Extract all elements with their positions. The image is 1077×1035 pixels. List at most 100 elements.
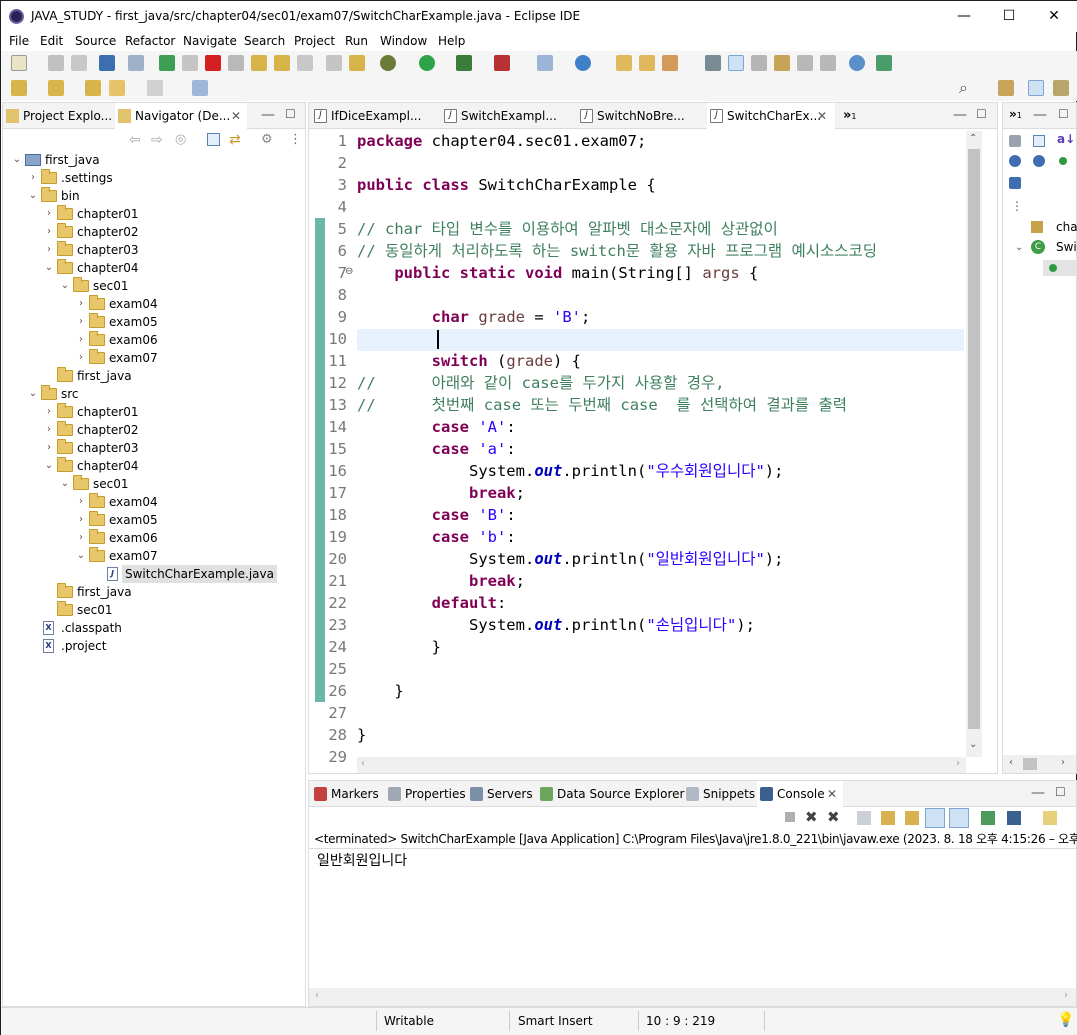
collapsed-chevron-icon[interactable]: › — [75, 529, 87, 547]
step-over-icon[interactable] — [274, 55, 290, 71]
outline-method-selected[interactable] — [1043, 260, 1077, 276]
menu-help[interactable]: Help — [438, 34, 465, 48]
terminate-icon[interactable] — [205, 55, 221, 71]
tab-navigator[interactable]: Navigator (De... ✕ — [115, 103, 247, 129]
new-server-icon[interactable] — [537, 55, 553, 71]
maximize-button[interactable]: ☐ — [986, 1, 1032, 32]
status-insert-mode[interactable]: Smart Insert — [518, 1007, 593, 1035]
tab-switchexample[interactable]: J SwitchExampl... — [441, 103, 559, 129]
editor-horizontal-scrollbar[interactable]: ‹ › — [357, 757, 966, 773]
collapsed-chevron-icon[interactable]: › — [43, 205, 55, 223]
back-icon[interactable] — [109, 80, 125, 96]
resume-icon[interactable] — [159, 55, 175, 71]
tab-overflow-button[interactable]: »1 — [843, 108, 857, 123]
tree-item[interactable]: › exam07 — [3, 349, 303, 367]
tree-item[interactable]: first_java — [3, 367, 303, 385]
tab-properties[interactable]: Properties — [385, 781, 466, 807]
tab-switchnobreak[interactable]: J SwitchNoBre... — [577, 103, 695, 129]
collapsed-chevron-icon[interactable]: › — [75, 349, 87, 367]
open-console-icon[interactable] — [1043, 811, 1057, 825]
disconnect-icon[interactable] — [228, 55, 244, 71]
maximize-view-icon[interactable]: ☐ — [1058, 107, 1069, 121]
expanded-chevron-icon[interactable]: ⌄ — [59, 475, 71, 493]
annotation-icon[interactable] — [705, 55, 721, 71]
scroll-lock-icon[interactable] — [881, 811, 895, 825]
pin-editor-icon[interactable] — [192, 80, 208, 96]
display-console-icon[interactable] — [1007, 811, 1021, 825]
expanded-chevron-icon[interactable]: ⌄ — [27, 187, 39, 205]
tree-item[interactable]: ⌄ first_java — [3, 151, 303, 169]
console-output[interactable]: 일반회원입니다 — [317, 850, 407, 870]
tab-servers[interactable]: Servers — [467, 781, 535, 807]
menu-window[interactable]: Window — [380, 34, 427, 48]
pilcrow-icon[interactable] — [820, 55, 836, 71]
up-icon[interactable]: ◎ — [175, 132, 186, 147]
back-icon[interactable]: ⇦ — [129, 132, 141, 148]
suspend-icon[interactable] — [182, 55, 198, 71]
collapsed-chevron-icon[interactable]: › — [27, 169, 39, 187]
tab-markers[interactable]: Markers — [311, 781, 381, 807]
new-icon[interactable] — [11, 55, 27, 71]
drop-to-frame-icon[interactable] — [349, 55, 365, 71]
minimize-view-icon[interactable]: — — [261, 107, 275, 123]
collapse-all-icon[interactable] — [207, 133, 220, 146]
tab-ifdiceexample[interactable]: J IfDiceExampl... — [311, 103, 431, 129]
previous-annotation-icon[interactable] — [48, 80, 64, 96]
collapsed-chevron-icon[interactable]: › — [43, 421, 55, 439]
show-on-stderr-icon[interactable] — [949, 808, 969, 828]
tree-item[interactable]: › exam04 — [3, 295, 303, 313]
collapse-all-icon[interactable] — [1033, 135, 1045, 147]
tree-item[interactable]: ⌄ sec01 — [3, 475, 303, 493]
outline-package[interactable]: cha — [1056, 220, 1077, 234]
forward-icon[interactable]: ⇨ — [151, 132, 163, 148]
minimize-button[interactable]: — — [941, 1, 987, 32]
hide-static-icon[interactable] — [1009, 155, 1021, 167]
expanded-chevron-icon[interactable]: ⌄ — [11, 151, 23, 169]
close-tab-icon[interactable]: ✕ — [231, 103, 241, 129]
scroll-thumb[interactable] — [968, 149, 980, 729]
tree-item[interactable]: › exam06 — [3, 529, 303, 547]
scroll-right-icon[interactable]: › — [1061, 757, 1065, 768]
tree-item[interactable]: ⌄ chapter04 — [3, 259, 303, 277]
debug-perspective-icon[interactable] — [1053, 80, 1069, 96]
view-menu-icon[interactable]: ⋮ — [1011, 199, 1023, 213]
menu-edit[interactable]: Edit — [40, 34, 63, 48]
expanded-chevron-icon[interactable]: ⌄ — [75, 547, 87, 565]
save-all-icon[interactable] — [71, 55, 87, 71]
tree-item[interactable]: ⌄ chapter04 — [3, 457, 303, 475]
save-icon[interactable] — [48, 55, 64, 71]
tree-item[interactable]: ⌄ exam07 — [3, 547, 303, 565]
scroll-left-icon[interactable]: ‹ — [361, 758, 365, 769]
maximize-view-icon[interactable]: ☐ — [285, 107, 296, 121]
tree-item[interactable]: › chapter03 — [3, 439, 303, 457]
open-type-icon[interactable] — [616, 55, 632, 71]
menu-file[interactable]: File — [9, 34, 29, 48]
minimize-view-icon[interactable]: — — [1033, 107, 1047, 123]
hide-fields-icon[interactable] — [1009, 135, 1021, 147]
remove-all-terminated-icon[interactable]: ✖ — [827, 808, 840, 826]
tree-item[interactable]: › .settings — [3, 169, 303, 187]
perspective-run-icon[interactable] — [876, 55, 892, 71]
menu-project[interactable]: Project — [294, 34, 335, 48]
tree-item[interactable]: X .project — [3, 637, 303, 655]
collapsed-chevron-icon[interactable]: › — [43, 403, 55, 421]
open-task-icon[interactable] — [639, 55, 655, 71]
breadcrumb-toggle-icon[interactable] — [751, 55, 767, 71]
collapsed-chevron-icon[interactable]: › — [43, 223, 55, 241]
tree-item[interactable]: J SwitchCharExample.java — [3, 565, 303, 583]
coverage-icon[interactable] — [456, 55, 472, 71]
collapsed-chevron-icon[interactable]: › — [75, 313, 87, 331]
scroll-left-icon[interactable]: ‹ — [315, 990, 319, 1001]
minimize-view-icon[interactable]: — — [1031, 785, 1045, 801]
expand-icon[interactable]: ⌄ — [1015, 242, 1023, 253]
external-tools-icon[interactable] — [494, 55, 510, 71]
fold-collapse-icon[interactable]: ⊖ — [345, 266, 353, 277]
close-window-button[interactable]: ✕ — [1031, 1, 1077, 32]
collapsed-chevron-icon[interactable]: › — [43, 439, 55, 457]
tree-item[interactable]: › chapter01 — [3, 403, 303, 421]
link-icon[interactable] — [1009, 177, 1021, 189]
menu-run[interactable]: Run — [345, 34, 368, 48]
remove-launch-icon[interactable]: ✖ — [805, 808, 818, 826]
tree-item[interactable]: › chapter02 — [3, 421, 303, 439]
tab-project-explorer[interactable]: Project Explo... — [3, 103, 113, 129]
